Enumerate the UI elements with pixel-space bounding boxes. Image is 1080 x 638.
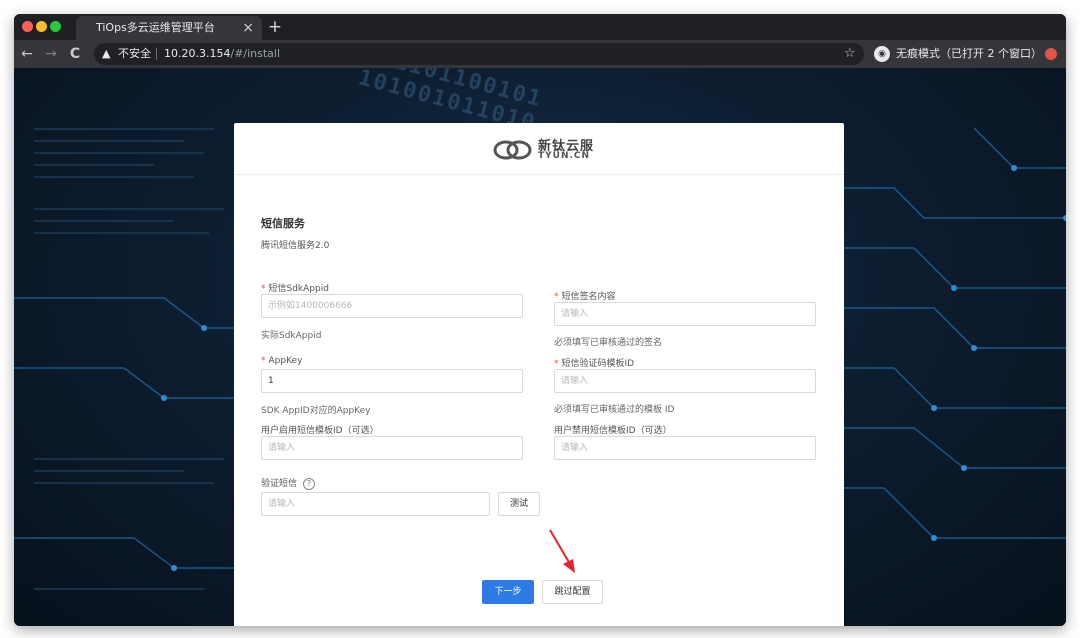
browser-window: TiOps多云运维管理平台 × + ← → C ▲ 不安全 10.20.3.15…: [14, 14, 1066, 626]
logo-en-text: TYUN.CN: [538, 151, 591, 161]
section-title: 短信服务: [261, 217, 305, 230]
incognito-label[interactable]: 无痕模式（已打开 2 个窗口）: [896, 40, 1042, 68]
bookmark-star-icon[interactable]: ☆: [844, 40, 856, 68]
required-mark: *: [261, 356, 266, 366]
maximize-window-button[interactable]: [50, 21, 61, 32]
red-arrow-annotation: [549, 529, 575, 573]
appkey-input[interactable]: 1: [261, 369, 523, 393]
extension-icon[interactable]: [1045, 48, 1057, 60]
verify-template-label: * 短信验证码模板ID: [554, 356, 634, 369]
sign-content-label-text: 短信签名内容: [561, 292, 616, 302]
test-button[interactable]: 测试: [498, 492, 540, 516]
tab-close-icon[interactable]: ×: [242, 16, 254, 40]
verify-template-input[interactable]: 请输入: [554, 369, 816, 393]
required-mark: *: [554, 292, 559, 302]
sdk-appid-hint: 实际SdkAppid: [261, 331, 322, 341]
url-host: 10.20.3.154: [164, 47, 231, 60]
sign-content-input[interactable]: 请输入: [554, 302, 816, 326]
reload-icon[interactable]: C: [66, 40, 84, 68]
verify-sms-label-text: 验证短信: [261, 479, 298, 489]
warning-icon: ▲: [102, 47, 111, 60]
next-step-button[interactable]: 下一步: [482, 580, 534, 604]
verify-template-hint: 必须填写已审核通过的模板 ID: [554, 405, 675, 415]
appkey-hint: SDK AppID对应的AppKey: [261, 406, 371, 416]
required-mark: *: [554, 359, 559, 369]
browser-toolbar: ← → C ▲ 不安全 10.20.3.154/#/install ☆ ◉ 无痕…: [14, 40, 1066, 68]
enable-template-label: 用户启用短信模板ID（可选）: [261, 426, 379, 436]
skip-config-button[interactable]: 跳过配置: [542, 580, 603, 604]
new-tab-button[interactable]: +: [266, 14, 284, 40]
address-separator: [156, 48, 157, 60]
browser-tab[interactable]: TiOps多云运维管理平台 ×: [76, 16, 262, 40]
address-bar[interactable]: ▲ 不安全 10.20.3.154/#/install: [94, 43, 864, 65]
close-window-button[interactable]: [22, 21, 33, 32]
sign-content-hint: 必须填写已审核通过的签名: [554, 338, 663, 348]
enable-template-input[interactable]: 请输入: [261, 436, 523, 460]
verify-template-label-text: 短信验证码模板ID: [561, 359, 635, 369]
insecure-label: 不安全: [118, 47, 151, 60]
url-path: /#/install: [230, 47, 281, 60]
section-subtitle: 腾讯短信服务2.0: [261, 241, 330, 251]
url-text: 10.20.3.154/#/install: [164, 43, 280, 65]
required-mark: *: [261, 284, 266, 294]
tab-title: TiOps多云运维管理平台: [96, 21, 215, 34]
sdk-appid-input[interactable]: 示例如1400006666: [261, 294, 523, 318]
verify-sms-label: 验证短信?: [261, 476, 316, 490]
help-icon[interactable]: ?: [303, 477, 316, 490]
sign-content-label: * 短信签名内容: [554, 289, 616, 302]
sdk-appid-label-text: 短信SdkAppid: [268, 284, 329, 294]
minimize-window-button[interactable]: [36, 21, 47, 32]
appkey-label-text: AppKey: [268, 356, 303, 366]
back-arrow-icon[interactable]: ←: [18, 40, 36, 68]
page-background: 1001101100101 101001011010 新钛云服 TYUN.CN …: [14, 68, 1066, 626]
disable-template-label: 用户禁用短信模板ID（可选）: [554, 426, 672, 436]
cloud-logo-icon: [493, 140, 532, 160]
verify-sms-input[interactable]: 请输入: [261, 492, 490, 516]
tab-bar: TiOps多云运维管理平台 × +: [14, 14, 1066, 40]
disable-template-input[interactable]: 请输入: [554, 436, 816, 460]
forward-arrow-icon[interactable]: →: [42, 40, 60, 68]
card-header: 新钛云服 TYUN.CN: [234, 123, 844, 175]
install-card: 新钛云服 TYUN.CN 短信服务 腾讯短信服务2.0 * 短信SdkAppid …: [234, 123, 844, 626]
sdk-appid-label: * 短信SdkAppid: [261, 281, 329, 294]
appkey-label: * AppKey: [261, 356, 302, 366]
incognito-icon[interactable]: ◉: [874, 46, 890, 62]
